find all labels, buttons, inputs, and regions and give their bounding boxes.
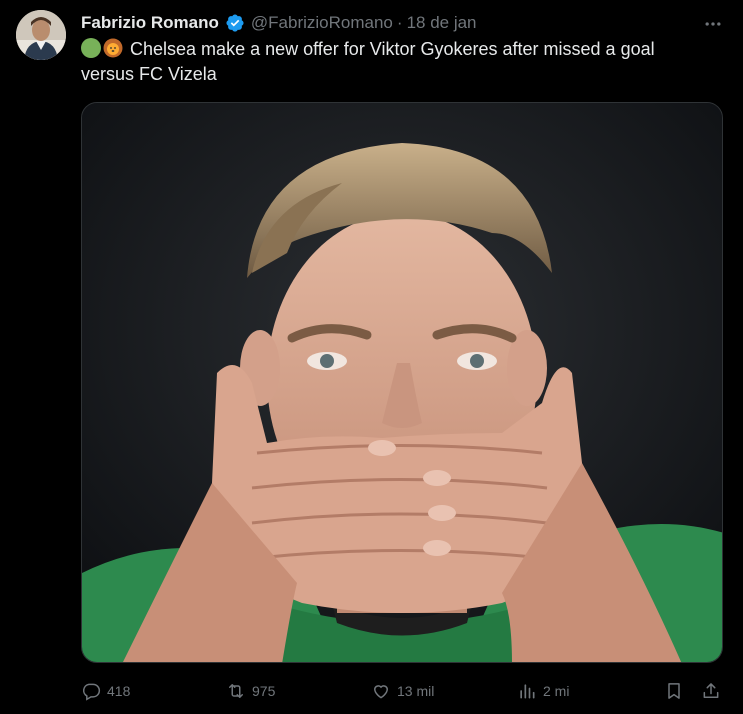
tweet-date[interactable]: 18 de jan [407, 12, 477, 34]
more-options-button[interactable] [701, 12, 725, 36]
bookmark-button[interactable] [664, 678, 684, 704]
tweet-media[interactable] [81, 102, 723, 663]
reply-icon [82, 683, 101, 701]
reply-count: 418 [107, 683, 131, 699]
tweet-actions: 418 975 13 mil 2 mi [81, 678, 729, 704]
views-chart-icon [520, 684, 535, 699]
tweet-body: Chelsea make a new offer for Viktor Gyok… [81, 39, 655, 84]
retweet-button[interactable]: 975 [226, 678, 275, 704]
author-name[interactable]: Fabrizio Romano [81, 12, 219, 34]
share-icon [703, 683, 719, 698]
avatar-photo-icon [16, 10, 66, 60]
green-circle-icon [81, 38, 101, 58]
retweet-count: 975 [252, 683, 276, 699]
share-button[interactable] [701, 678, 721, 704]
retweet-icon [229, 684, 243, 698]
verified-badge-icon[interactable] [225, 13, 245, 33]
separator-dot: · [396, 13, 403, 32]
author-handle[interactable]: @FabrizioRomano [251, 12, 393, 34]
lion-face-icon [103, 38, 123, 58]
reply-button[interactable]: 418 [81, 678, 130, 704]
player-photo-icon [82, 103, 722, 662]
like-count: 13 mil [397, 683, 435, 699]
tweet[interactable]: Fabrizio Romano @FabrizioRomano · 18 de … [0, 0, 743, 714]
more-dots-icon [705, 22, 721, 26]
like-button[interactable]: 13 mil [371, 678, 434, 704]
bookmark-icon [668, 683, 680, 699]
views-button[interactable]: 2 mi [517, 678, 569, 704]
tweet-text: Chelsea make a new offer for Viktor Gyok… [81, 37, 711, 87]
tweet-header: Fabrizio Romano @FabrizioRomano · 18 de … [81, 12, 477, 34]
views-count: 2 mi [543, 683, 570, 699]
heart-icon [373, 685, 389, 699]
avatar[interactable] [16, 10, 66, 60]
